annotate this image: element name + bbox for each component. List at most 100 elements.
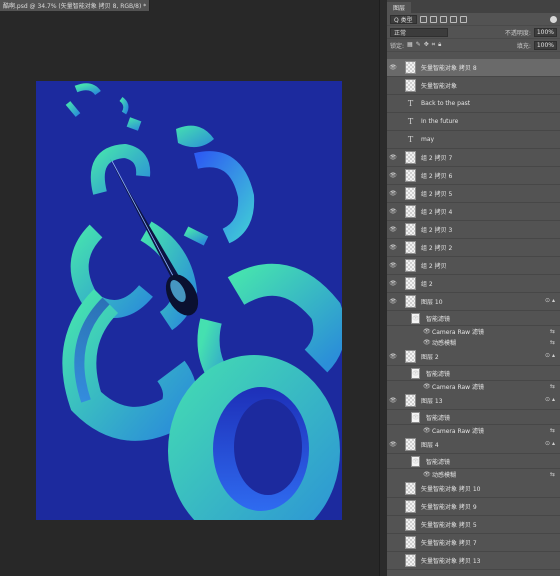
filter-visibility-eye-icon[interactable]: 👁︎ xyxy=(412,458,420,465)
layer-kind-filter[interactable]: Q 类型 xyxy=(390,14,417,24)
visibility-eye-icon[interactable]: 👁︎ xyxy=(387,397,399,404)
visibility-eye-icon[interactable]: 👁︎ xyxy=(387,82,399,89)
layer-row[interactable]: 👁︎ 组 2 xyxy=(387,275,560,293)
layer-row[interactable]: 👁︎ 图层 2 ⊙ ▴ xyxy=(387,348,560,366)
smart-object-badge-icon[interactable]: ⊙ ▴ xyxy=(545,440,555,447)
adjustment-filter-icon[interactable] xyxy=(429,15,437,23)
layer-thumbnail xyxy=(405,554,416,567)
visibility-eye-icon[interactable]: 👁︎ xyxy=(387,539,399,546)
filter-effect-row[interactable]: 👁︎ Camera Raw 滤镜 ⇆ xyxy=(387,425,560,436)
lock-artboard-icon[interactable]: ⌗ xyxy=(432,41,435,49)
layer-row[interactable]: 👁︎ 矢量智能对象 拷贝 9 xyxy=(387,498,560,516)
blending-options-icon[interactable]: ⇆ xyxy=(550,339,555,346)
layer-row[interactable]: 👁︎ Tmay xyxy=(387,131,560,149)
fill-input[interactable]: 100% xyxy=(533,40,557,50)
filter-effect-row[interactable]: 👁︎ Camera Raw 滤镜 ⇆ xyxy=(387,326,560,337)
effect-visibility-eye-icon[interactable]: 👁︎ xyxy=(423,427,431,434)
layer-row[interactable]: 👁︎ 矢量智能对象 拷贝 7 xyxy=(387,534,560,552)
visibility-eye-icon[interactable]: 👁︎ xyxy=(387,441,399,448)
layer-row[interactable]: 👁︎ 矢量智能对象 拷贝 13 xyxy=(387,552,560,570)
visibility-eye-icon[interactable]: 👁︎ xyxy=(387,521,399,528)
layer-row[interactable]: 👁︎ 矢量智能对象 拷贝 5 xyxy=(387,516,560,534)
blending-options-icon[interactable]: ⇆ xyxy=(550,427,555,434)
smart-filters-row[interactable]: 👁︎ 智能滤镜 xyxy=(387,454,560,469)
visibility-eye-icon[interactable]: 👁︎ xyxy=(387,136,399,143)
visibility-eye-icon[interactable]: 👁︎ xyxy=(387,208,399,215)
layer-row[interactable]: 👁︎ 组 2 拷贝 4 xyxy=(387,203,560,221)
shape-filter-icon[interactable] xyxy=(449,15,457,23)
lock-all-icon[interactable]: 🔒︎ xyxy=(438,41,441,49)
filter-visibility-eye-icon[interactable]: 👁︎ xyxy=(412,315,420,322)
layer-row[interactable]: 👁︎ 组 2 拷贝 xyxy=(387,257,560,275)
visibility-eye-icon[interactable]: 👁︎ xyxy=(387,100,399,107)
layer-thumbnail xyxy=(405,518,416,531)
blending-options-icon[interactable]: ⇆ xyxy=(550,383,555,390)
layer-row[interactable]: 👁︎ 组 2 拷贝 2 xyxy=(387,239,560,257)
document-tab[interactable]: 酷啊.psd @ 34.7% (矢量智能对象 拷贝 8, RGB/8) * × xyxy=(0,0,150,11)
text-layer-icon: T xyxy=(407,117,414,126)
blending-options-icon[interactable]: ⇆ xyxy=(550,471,555,478)
effect-visibility-eye-icon[interactable]: 👁︎ xyxy=(423,471,431,478)
layer-thumbnail xyxy=(405,241,416,254)
layer-row[interactable]: 👁︎ 组 2 拷贝 5 xyxy=(387,185,560,203)
layer-row[interactable]: 👁︎ 图层 4 ⊙ ▴ xyxy=(387,436,560,454)
layer-row[interactable]: 👁︎ T Back to the past xyxy=(387,95,560,113)
tab-layers[interactable]: 图层 xyxy=(387,2,412,13)
layer-row[interactable]: 👁︎ 矢量智能对象 xyxy=(387,77,560,95)
smart-object-badge-icon[interactable]: ⊙ ▴ xyxy=(545,297,555,304)
layer-row[interactable]: 👁︎ 图层 10 ⊙ ▴ xyxy=(387,293,560,311)
smart-object-filter-icon[interactable] xyxy=(459,15,467,23)
visibility-eye-icon[interactable]: 👁︎ xyxy=(387,485,399,492)
visibility-eye-icon[interactable]: 👁︎ xyxy=(387,298,399,305)
pixel-filter-icon[interactable] xyxy=(419,15,427,23)
visibility-eye-icon[interactable]: 👁︎ xyxy=(387,190,399,197)
effect-visibility-eye-icon[interactable]: 👁︎ xyxy=(423,383,431,390)
filter-effect-row[interactable]: 👁︎ Camera Raw 滤镜 ⇆ xyxy=(387,381,560,392)
smart-object-badge-icon[interactable]: ⊙ ▴ xyxy=(545,396,555,403)
visibility-eye-icon[interactable]: 👁︎ xyxy=(387,353,399,360)
type-filter-icon[interactable] xyxy=(439,15,447,23)
smart-filters-row[interactable]: 👁︎ 智能滤镜 xyxy=(387,311,560,326)
visibility-eye-icon[interactable]: 👁︎ xyxy=(387,244,399,251)
lock-position-icon[interactable]: ✥ xyxy=(424,41,429,49)
visibility-eye-icon[interactable]: 👁︎ xyxy=(387,226,399,233)
layer-name: 组 2 拷贝 7 xyxy=(421,155,453,162)
smart-filters-row[interactable]: 👁︎ 智能滤镜 xyxy=(387,366,560,381)
lock-label: 锁定: xyxy=(390,42,405,50)
layer-row[interactable]: 👁︎ 矢量智能对象 拷贝 10 xyxy=(387,480,560,498)
visibility-eye-icon[interactable]: 👁︎ xyxy=(387,64,399,71)
filter-effect-row[interactable]: 👁︎ 动感模糊 ⇆ xyxy=(387,337,560,348)
smart-filters-row[interactable]: 👁︎ 智能滤镜 xyxy=(387,410,560,425)
filter-visibility-eye-icon[interactable]: 👁︎ xyxy=(412,414,420,421)
visibility-eye-icon[interactable]: 👁︎ xyxy=(387,280,399,287)
artboard[interactable] xyxy=(36,81,342,520)
layer-row[interactable]: 👁︎ 组 2 拷贝 6 xyxy=(387,167,560,185)
effect-visibility-eye-icon[interactable]: 👁︎ xyxy=(423,339,431,346)
layer-row[interactable]: 👁︎ T In the future xyxy=(387,113,560,131)
smart-object-badge-icon[interactable]: ⊙ ▴ xyxy=(545,352,555,359)
opacity-input[interactable]: 100% xyxy=(533,27,557,37)
canvas-workspace[interactable] xyxy=(0,11,379,576)
layer-row[interactable]: 👁︎ 矢量智能对象 拷贝 8 xyxy=(387,59,560,77)
blending-options-icon[interactable]: ⇆ xyxy=(550,328,555,335)
layer-row[interactable]: 👁︎ 组 2 拷贝 3 xyxy=(387,221,560,239)
filter-toggle-icon[interactable] xyxy=(550,15,557,23)
visibility-eye-icon[interactable]: 👁︎ xyxy=(387,503,399,510)
smart-filters-label: 智能滤镜 xyxy=(426,414,451,422)
lock-paint-icon[interactable]: ✎ xyxy=(416,41,421,49)
visibility-eye-icon[interactable]: 👁︎ xyxy=(387,172,399,179)
lock-transparent-icon[interactable]: ▦ xyxy=(407,41,413,49)
layer-thumbnail xyxy=(405,277,416,290)
filter-effect-row[interactable]: 👁︎ 动感模糊 ⇆ xyxy=(387,469,560,480)
effect-visibility-eye-icon[interactable]: 👁︎ xyxy=(423,328,431,335)
close-icon[interactable]: × xyxy=(149,2,150,9)
layer-row[interactable]: 👁︎ 图层 13 ⊙ ▴ xyxy=(387,392,560,410)
blend-mode-select[interactable]: 正常 xyxy=(390,27,448,37)
filter-visibility-eye-icon[interactable]: 👁︎ xyxy=(412,370,420,377)
visibility-eye-icon[interactable]: 👁︎ xyxy=(387,557,399,564)
layer-thumbnail xyxy=(405,223,416,236)
visibility-eye-icon[interactable]: 👁︎ xyxy=(387,154,399,161)
visibility-eye-icon[interactable]: 👁︎ xyxy=(387,118,399,125)
visibility-eye-icon[interactable]: 👁︎ xyxy=(387,262,399,269)
layer-row[interactable]: 👁︎ 组 2 拷贝 7 xyxy=(387,149,560,167)
